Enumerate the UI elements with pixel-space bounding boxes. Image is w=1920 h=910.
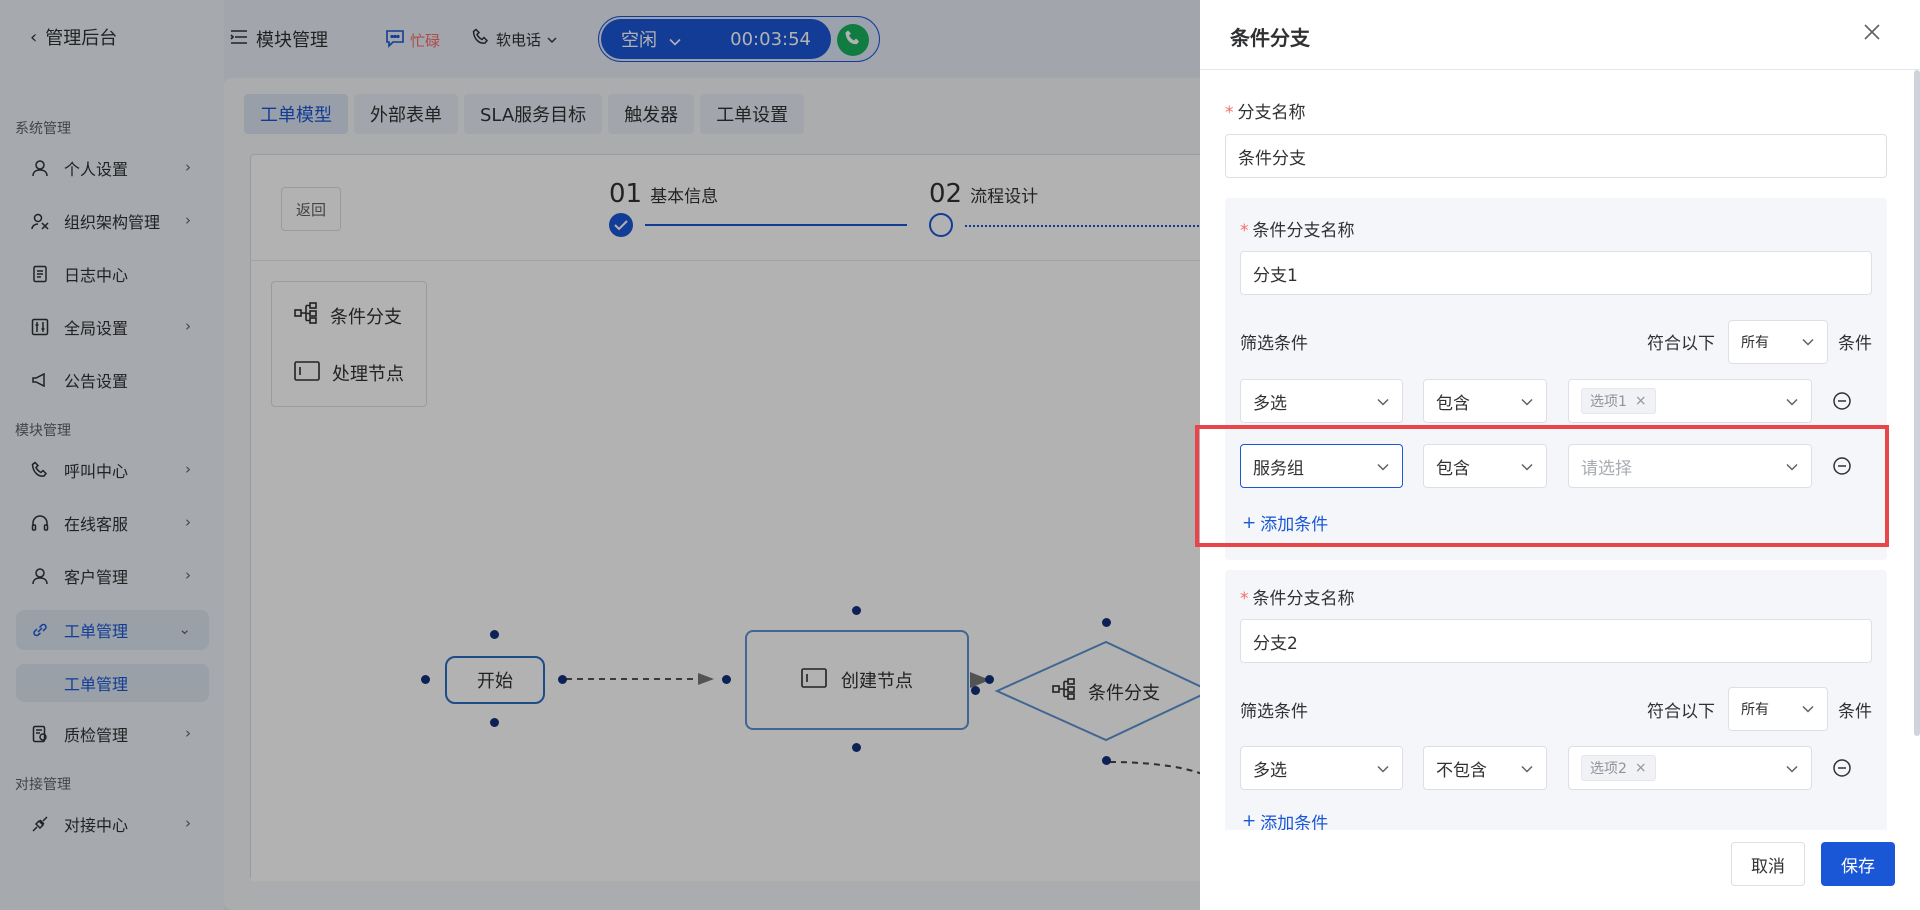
close-icon [1862, 22, 1882, 46]
match-suffix-label: 条件 [1838, 702, 1872, 722]
match-mode-select[interactable]: 所有 [1728, 320, 1828, 364]
condition-operator-select[interactable]: 包含 [1423, 379, 1547, 423]
drawer-title: 条件分支 [1230, 26, 1310, 50]
remove-condition-button[interactable] [1832, 758, 1852, 778]
condition-operator-value: 不包含 [1436, 760, 1487, 781]
minus-circle-icon [1832, 392, 1852, 415]
condition-operator-value: 包含 [1436, 393, 1470, 414]
filter-label: 筛选条件 [1240, 334, 1308, 354]
match-mode-value: 所有 [1741, 335, 1769, 351]
drawer-footer [1200, 830, 1912, 910]
chevron-down-icon [1520, 394, 1534, 414]
condition-value-select[interactable]: 选项1 × [1568, 379, 1812, 423]
chevron-down-icon [1785, 761, 1799, 781]
condition-field-value: 多选 [1253, 393, 1287, 414]
cond-branch-name-input[interactable]: 分支2 [1240, 619, 1872, 663]
selected-tag: 选项1 × [1581, 388, 1656, 414]
chevron-down-icon [1520, 761, 1534, 781]
drawer-header: 条件分支 [1200, 0, 1920, 70]
drawer-scrollbar[interactable] [1914, 70, 1920, 736]
cond-branch-name-label: * 条件分支名称 [1240, 589, 1355, 609]
condition-field-select[interactable]: 多选 [1240, 379, 1403, 423]
match-prefix-label: 符合以下 [1647, 334, 1715, 354]
match-mode-select[interactable]: 所有 [1728, 687, 1828, 731]
tag-close-icon[interactable]: × [1635, 393, 1647, 409]
selected-tag: 选项2 × [1581, 755, 1656, 781]
plus-icon: + [1242, 812, 1257, 830]
filter-label: 筛选条件 [1240, 702, 1308, 722]
chevron-down-icon [1376, 394, 1390, 414]
minus-circle-icon [1832, 759, 1852, 782]
chevron-down-icon [1801, 335, 1815, 353]
close-button[interactable] [1858, 20, 1886, 48]
add-condition-button[interactable]: + 添加条件 [1242, 812, 1328, 830]
condition-value-select[interactable]: 选项2 × [1568, 746, 1812, 790]
match-suffix-label: 条件 [1838, 334, 1872, 354]
cond-branch-name-input[interactable]: 分支1 [1240, 251, 1872, 295]
condition-field-select[interactable]: 多选 [1240, 746, 1403, 790]
tag-close-icon[interactable]: × [1635, 760, 1647, 776]
match-prefix-label: 符合以下 [1647, 702, 1715, 722]
remove-condition-button[interactable] [1832, 391, 1852, 411]
modal-overlay[interactable] [0, 0, 1200, 910]
chevron-down-icon [1801, 702, 1815, 720]
branch-name-label: * 分支名称 [1225, 103, 1306, 123]
save-button[interactable]: 保存 [1821, 842, 1895, 886]
highlight-box [1195, 425, 1889, 547]
chevron-down-icon [1785, 394, 1799, 414]
branch-name-input[interactable]: 条件分支 [1225, 134, 1887, 178]
chevron-down-icon [1376, 761, 1390, 781]
cancel-button[interactable]: 取消 [1731, 842, 1805, 886]
condition-operator-select[interactable]: 不包含 [1423, 746, 1547, 790]
cond-branch-name-label: * 条件分支名称 [1240, 221, 1355, 241]
condition-field-value: 多选 [1253, 760, 1287, 781]
match-mode-value: 所有 [1741, 702, 1769, 718]
